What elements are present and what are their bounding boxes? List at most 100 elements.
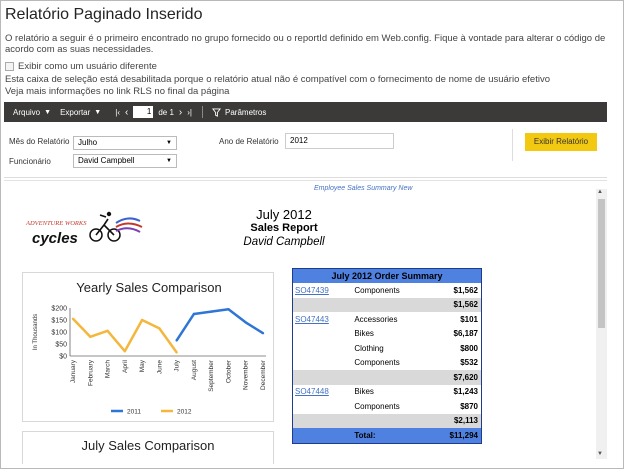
x-tick-label: June xyxy=(156,360,163,374)
first-page-icon[interactable]: |‹ xyxy=(115,108,120,117)
product-category: Clothing xyxy=(354,343,384,353)
x-tick-label: December xyxy=(260,359,267,390)
data-point-2011 xyxy=(192,312,196,316)
parameters-label: Parâmetros xyxy=(225,107,267,117)
order-amount: $800 xyxy=(460,343,478,353)
prev-page-icon[interactable]: ‹ xyxy=(125,107,128,118)
rls-note: Veja mais informações no link RLS no fin… xyxy=(5,86,230,97)
employee-label: Funcionário xyxy=(9,157,51,166)
data-point-2011 xyxy=(209,310,213,313)
scroll-down-icon[interactable]: ▼ xyxy=(597,451,603,457)
employee-select-value: David Campbell xyxy=(78,156,135,165)
y-tick-label: $0 xyxy=(59,354,67,361)
logo-line1: ADVENTURE WORKS xyxy=(25,220,87,227)
year-input[interactable]: 2012 xyxy=(285,133,394,149)
order-row: SO47439 Components $1,562 xyxy=(293,283,481,298)
data-point-2011 xyxy=(261,332,265,335)
order-row: Bikes $6,187 xyxy=(293,327,481,342)
order-number-link[interactable]: SO47439 xyxy=(293,286,354,295)
series-line-2012 xyxy=(72,317,178,354)
last-page-icon[interactable]: ›| xyxy=(187,108,192,117)
series-line-2011 xyxy=(175,307,264,342)
order-amount: $7,620 xyxy=(453,372,478,382)
view-report-button[interactable]: Exibir Relatório xyxy=(525,133,597,151)
x-tick-label: July xyxy=(174,359,181,371)
july-sales-chart-title: July Sales Comparison xyxy=(81,438,215,453)
order-amount: $2,113 xyxy=(453,416,478,426)
report-toolbar: Arquivo ▼ Exportar ▼ |‹ ‹ 1 de 1 › ›| Pa… xyxy=(4,102,607,122)
y-tick-label: $150 xyxy=(51,318,67,325)
scrollbar-thumb[interactable] xyxy=(598,199,605,328)
report-vertical-scrollbar[interactable]: ▲ ▼ xyxy=(596,189,607,459)
product-category: Accessories xyxy=(354,314,398,324)
y-tick-label: $50 xyxy=(55,342,67,349)
order-amount: $1,243 xyxy=(453,387,478,397)
employee-select[interactable]: David Campbell ▼ xyxy=(73,154,177,168)
parameters-panel: Mês do Relatório Julho ▼ Funcionário Dav… xyxy=(4,122,607,178)
order-summary-table: July 2012 Order Summary SO47439 Component… xyxy=(292,268,482,444)
chevron-down-icon: ▼ xyxy=(94,108,102,116)
order-amount: $532 xyxy=(460,358,478,368)
data-point-2012 xyxy=(158,327,161,330)
parameters-button[interactable]: Parâmetros xyxy=(212,108,266,117)
year-label: Ano de Relatório xyxy=(219,137,279,146)
page-description: O relatório a seguir é o primeiro encont… xyxy=(5,33,606,55)
next-page-icon[interactable]: › xyxy=(179,107,182,118)
report-employee: David Campbell xyxy=(243,236,325,248)
report-title-link[interactable]: Employee Sales Summary New xyxy=(314,185,412,192)
x-tick-label: March xyxy=(105,360,112,378)
order-row: SO47448 Bikes $1,243 xyxy=(293,385,481,400)
order-subtotal-row: $1,562 xyxy=(293,297,481,312)
chart-title: Yearly Sales Comparison xyxy=(76,280,221,295)
total-label: Total: xyxy=(354,430,376,440)
data-point-2011 xyxy=(175,339,178,342)
data-point-2012 xyxy=(140,318,144,322)
order-subtotal-row: $2,113 xyxy=(293,413,481,428)
x-tick-label: October xyxy=(225,359,232,383)
report-heading: Sales Report xyxy=(250,222,318,234)
y-tick-label: $200 xyxy=(51,306,67,313)
order-amount: $101 xyxy=(460,314,478,324)
params-divider xyxy=(512,129,513,161)
export-menu-label: Exportar xyxy=(60,107,91,117)
page-number-input[interactable]: 1 xyxy=(133,106,154,118)
order-amount: $870 xyxy=(460,401,478,411)
dropdown-arrow-icon: ▼ xyxy=(166,158,172,164)
x-tick-label: September xyxy=(208,359,215,392)
chevron-down-icon: ▼ xyxy=(44,108,52,116)
filter-icon xyxy=(212,107,221,117)
disabled-note: Esta caixa de seleção está desabilitada … xyxy=(5,74,550,85)
order-number-link[interactable]: SO47448 xyxy=(293,387,354,396)
data-point-2012 xyxy=(175,351,178,354)
data-point-2012 xyxy=(123,350,127,353)
different-user-checkbox-label: Exibir como um usuário diferente xyxy=(18,61,157,72)
file-menu[interactable]: Arquivo ▼ xyxy=(13,108,51,117)
product-category: Components xyxy=(354,358,400,368)
data-point-2011 xyxy=(227,308,230,311)
data-point-2012 xyxy=(106,329,109,332)
product-category: Bikes xyxy=(354,387,374,397)
month-label: Mês do Relatório xyxy=(9,137,70,146)
order-row: Components $870 xyxy=(293,399,481,414)
order-amount: $6,187 xyxy=(453,329,478,339)
y-tick-label: $100 xyxy=(51,330,67,337)
order-amount: $1,562 xyxy=(453,300,478,310)
logo-line2: cycles xyxy=(32,230,78,247)
product-category: Components xyxy=(354,401,400,411)
order-row: Clothing $800 xyxy=(293,341,481,356)
data-point-2011 xyxy=(244,321,247,324)
data-point-2012 xyxy=(89,335,92,338)
order-row: Components $532 xyxy=(293,356,481,371)
file-menu-label: Arquivo xyxy=(13,107,41,117)
order-subtotal-row: $7,620 xyxy=(293,370,481,385)
yearly-sales-chart: Yearly Sales Comparison $0 $50 $100 $150 $200… xyxy=(33,280,267,416)
legend-label-2012: 2012 xyxy=(177,409,192,416)
month-select[interactable]: Julho ▼ xyxy=(73,136,177,150)
scroll-up-icon[interactable]: ▲ xyxy=(597,189,603,195)
export-menu[interactable]: Exportar ▼ xyxy=(60,108,101,117)
legend-label-2011: 2011 xyxy=(127,409,141,416)
order-number-link[interactable]: SO47443 xyxy=(293,315,354,324)
x-tick-label: November xyxy=(243,359,250,390)
page-count: de 1 xyxy=(158,107,174,117)
total-value: $11,294 xyxy=(449,430,478,440)
